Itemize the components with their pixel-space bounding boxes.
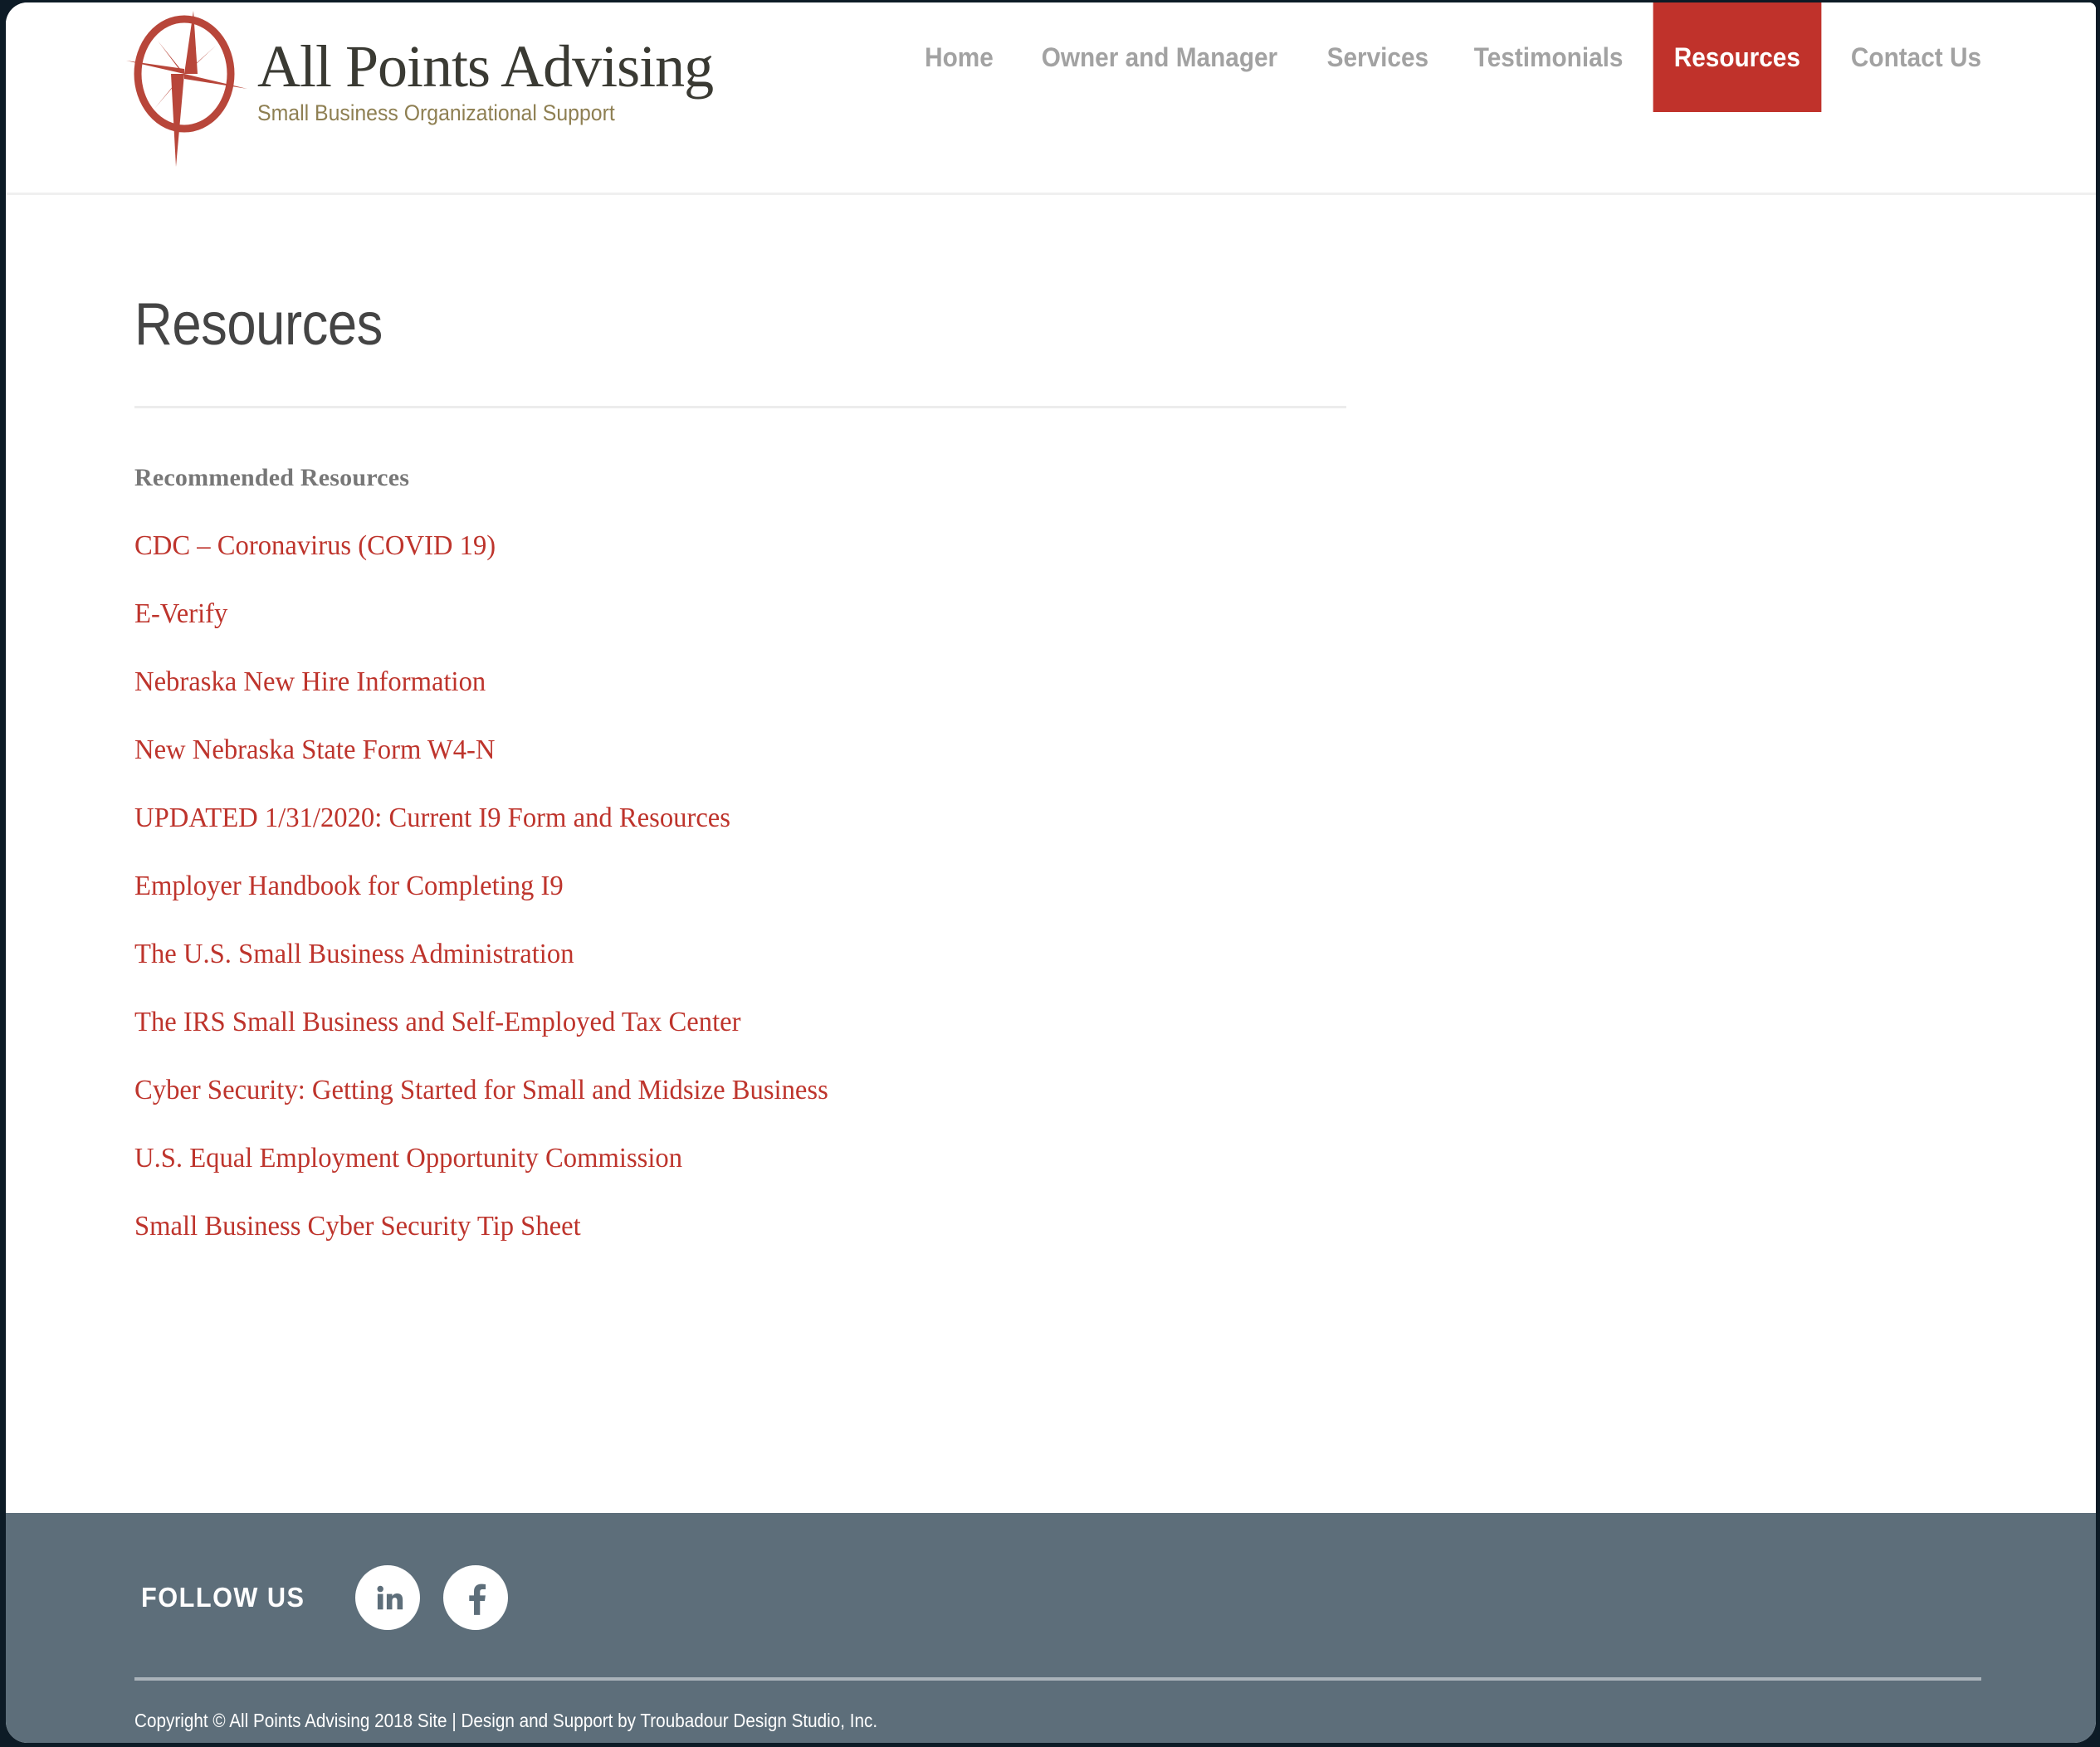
resource-link-employer-handbook-i9[interactable]: Employer Handbook for Completing I9 (134, 871, 1306, 902)
page-title: Resources (134, 291, 383, 358)
resource-link-e-verify[interactable]: E-Verify (134, 598, 1306, 630)
facebook-icon[interactable] (443, 1565, 509, 1630)
page-canvas: All Points Advising Small Business Organ… (6, 2, 2096, 1743)
browser-window-frame: All Points Advising Small Business Organ… (0, 0, 2100, 1747)
resource-link-irs-tax-center[interactable]: The IRS Small Business and Self-Employed… (134, 1007, 1306, 1038)
nav-item-services[interactable]: Services (1310, 2, 1445, 112)
site-footer: FOLLOW US Copyright © All Points Advisin… (6, 1513, 2096, 1743)
main-content: Resources Recommended Resources CDC – Co… (6, 195, 2096, 1518)
linkedin-icon[interactable] (355, 1565, 421, 1630)
compass-rose-icon (125, 9, 249, 175)
resource-link-i9-form[interactable]: UPDATED 1/31/2020: Current I9 Form and R… (134, 803, 1306, 834)
copyright-text: Copyright © All Points Advising 2018 Sit… (134, 1710, 878, 1731)
resource-link-cyber-security-tip-sheet[interactable]: Small Business Cyber Security Tip Sheet (134, 1211, 1306, 1242)
resource-link-nebraska-new-hire[interactable]: Nebraska New Hire Information (134, 666, 1306, 698)
footer-divider (134, 1677, 1981, 1681)
content-inner: Resources Recommended Resources CDC – Co… (134, 295, 1355, 1242)
resource-link-cdc-coronavirus[interactable]: CDC – Coronavirus (COVID 19) (134, 530, 1306, 562)
brand-tagline: Small Business Organizational Support (257, 100, 615, 126)
section-heading: Recommended Resources (134, 464, 410, 491)
title-divider (134, 406, 1346, 408)
resource-link-cyber-security-getting-started[interactable]: Cyber Security: Getting Started for Smal… (134, 1075, 1306, 1106)
follow-us-label: FOLLOW US (141, 1582, 305, 1613)
site-logo-link[interactable]: All Points Advising Small Business Organ… (125, 9, 714, 175)
nav-item-resources[interactable]: Resources (1653, 2, 1822, 112)
nav-item-contact-us[interactable]: Contact Us (1834, 2, 1999, 112)
nav-item-home[interactable]: Home (907, 2, 1010, 112)
resource-link-sba[interactable]: The U.S. Small Business Administration (134, 939, 1306, 970)
resource-link-eeoc[interactable]: U.S. Equal Employment Opportunity Commis… (134, 1143, 1306, 1174)
main-navigation: Home Owner and Manager Services Testimon… (904, 2, 2005, 182)
resource-link-nebraska-w4n[interactable]: New Nebraska State Form W4-N (134, 734, 1306, 766)
follow-us-row: FOLLOW US (141, 1565, 531, 1630)
nav-item-owner-and-manager[interactable]: Owner and Manager (1024, 2, 1294, 112)
brand-text: All Points Advising Small Business Organ… (257, 32, 714, 146)
site-header: All Points Advising Small Business Organ… (6, 2, 2096, 195)
nav-item-testimonials[interactable]: Testimonials (1458, 2, 1641, 112)
resource-link-list: CDC – Coronavirus (COVID 19) E-Verify Ne… (134, 530, 1355, 1242)
brand-title: All Points Advising (257, 32, 714, 100)
